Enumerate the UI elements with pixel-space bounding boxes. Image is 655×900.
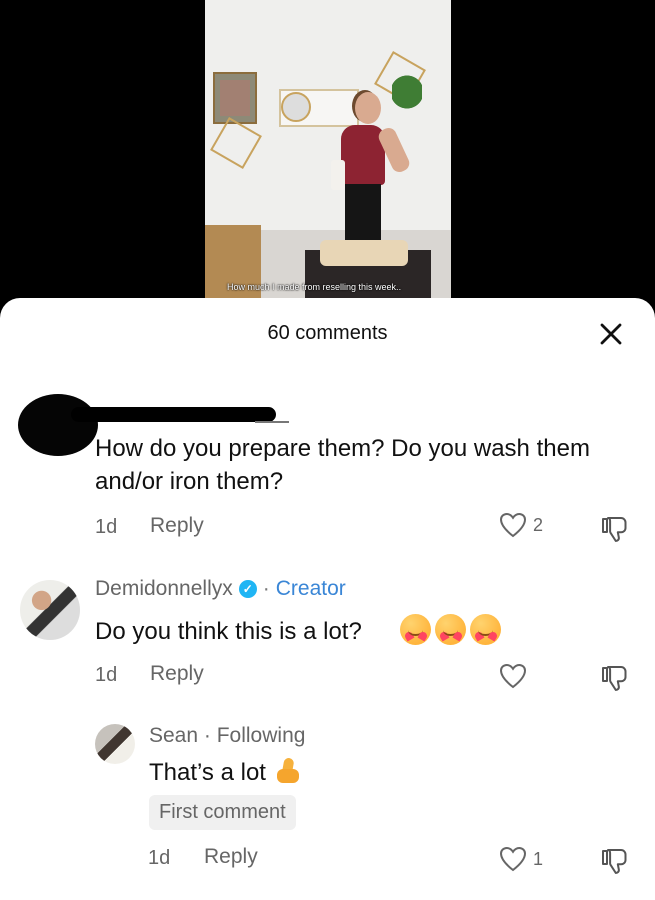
emoji-group [400,614,501,645]
comment-author[interactable]: Demidonnellyx [95,577,233,601]
like-count: 1 [533,848,544,869]
like-count: 2 [533,514,544,535]
reply-author-row: Sean · Following [149,724,305,748]
heart-icon [499,512,527,538]
redaction-mark [255,421,289,423]
reply-button[interactable]: Reply [150,514,204,538]
smiling-face-hearts-icon [470,614,501,645]
dislike-icon[interactable] [599,663,630,694]
person-head [355,92,381,124]
like-button[interactable] [499,663,527,689]
video-person [331,92,412,252]
smiling-face-hearts-icon [435,614,466,645]
separator-dot: · [262,577,270,600]
first-comment-badge: First comment [149,795,296,830]
video-player[interactable]: How much I made from reselling this week… [0,0,655,310]
verified-icon: ✓ [238,580,257,598]
comment-text: How do you prepare them? Do you wash the… [95,435,590,495]
heart-icon [499,663,527,689]
clothing-pile [320,240,408,266]
reply-button[interactable]: Reply [204,845,258,869]
like-button[interactable]: 1 [499,846,543,872]
dislike-icon[interactable] [599,514,630,545]
tumbler-cup [331,160,345,190]
hanging-plant [392,70,422,125]
comment-age: 1d [95,516,118,538]
video-caption: How much I made from reselling this week… [227,282,402,292]
smiling-face-hearts-icon [400,614,431,645]
reply-text-value: That’s a lot [149,759,266,786]
thumbs-up-icon [273,757,303,785]
separator-dot: · [203,724,217,747]
comment-author-row: Demidonnellyx ✓ · Creator [95,577,346,601]
dislike-icon[interactable] [599,846,630,877]
like-button[interactable]: 2 [499,512,543,538]
reply-avatar[interactable] [95,724,135,764]
reply-button[interactable]: Reply [150,662,204,686]
comments-sheet: 60 comments How do you prepare them? Do … [0,298,655,900]
heart-icon [499,846,527,872]
round-mirror [281,92,311,122]
hexagon-shelf-decor [210,117,262,169]
redacted-avatar [18,394,98,456]
wall-picture [213,72,257,124]
following-label: Following [216,724,306,747]
creator-avatar[interactable] [20,580,80,640]
reply-author[interactable]: Sean [149,724,198,747]
video-frame: How much I made from reselling this week… [205,0,451,300]
redacted-username [71,407,276,422]
close-icon[interactable] [599,322,623,346]
comment-age: 1d [95,664,118,686]
reply-age: 1d [148,847,171,869]
comments-count: 60 comments [267,322,388,344]
comment-text: Do you think this is a lot? [95,618,362,645]
reply-text: That’s a lot [149,756,303,789]
creator-label: Creator [275,577,346,600]
comments-header: 60 comments [0,298,655,374]
